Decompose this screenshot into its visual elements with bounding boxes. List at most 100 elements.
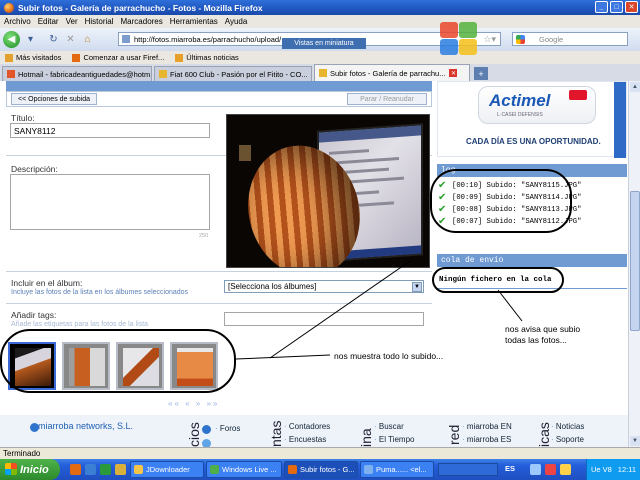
url-text: http://fotos.miarroba.es/parrachucho/upl… bbox=[134, 34, 282, 44]
firefox-icon bbox=[72, 53, 81, 62]
messenger-quicklaunch-icon[interactable] bbox=[100, 464, 111, 475]
annotation-line bbox=[269, 260, 411, 359]
taskbar-label: Subir fotos - G... bbox=[300, 465, 355, 474]
window-titlebar: Subir fotos - Galería de parrachucho - F… bbox=[0, 0, 640, 15]
footer-link-buscar[interactable]: Buscar bbox=[374, 422, 404, 431]
page-content: << Opciones de subida Parar / Reanudar T… bbox=[0, 81, 628, 447]
tab-subir-fotos[interactable]: Subir fotos - Galería de parrachu... ✕ bbox=[314, 64, 470, 81]
firefox-quicklaunch-icon[interactable] bbox=[70, 464, 81, 475]
clock[interactable]: 12:11 bbox=[618, 465, 636, 474]
tab-hotmail[interactable]: Hotmail - fabricadeantiguedades@hotm... bbox=[2, 66, 152, 81]
quick-search-box[interactable] bbox=[438, 463, 498, 476]
annotation-notice-1: nos avisa que subio bbox=[505, 324, 581, 334]
taskbar-windows-live[interactable]: Windows Live ... bbox=[206, 461, 282, 478]
new-tab-button[interactable]: + bbox=[474, 67, 488, 80]
menu-archivo[interactable]: Archivo bbox=[4, 17, 31, 26]
windows-taskbar: Inicio JDownloader Windows Live ... Subi… bbox=[0, 459, 640, 480]
footer-link-el-tiempo[interactable]: El Tiempo bbox=[374, 435, 415, 444]
menu-editar[interactable]: Editar bbox=[38, 17, 59, 26]
tray-icon[interactable] bbox=[545, 464, 556, 475]
page-icon bbox=[159, 70, 167, 78]
footer-link-contadores[interactable]: Contadores bbox=[284, 422, 330, 431]
bookmarks-bar: Más visitados Comenzar a usar Firef... Ú… bbox=[0, 51, 640, 64]
search-input[interactable]: Google bbox=[512, 32, 628, 46]
footer-icon bbox=[202, 439, 211, 447]
start-label: Inicio bbox=[20, 463, 49, 476]
google-icon bbox=[516, 34, 525, 44]
stop-icon[interactable]: ✕ bbox=[64, 33, 77, 46]
close-tab-icon[interactable]: ✕ bbox=[449, 69, 458, 77]
rss-icon bbox=[175, 53, 184, 62]
taskbar-label: JDownloader bbox=[146, 465, 190, 474]
close-window-button[interactable]: ✕ bbox=[625, 1, 638, 13]
menu-herramientas[interactable]: Herramientas bbox=[170, 17, 218, 26]
tab-label: Subir fotos - Galería de parrachu... bbox=[330, 68, 446, 78]
home-icon[interactable]: ⌂ bbox=[81, 33, 94, 46]
footer-brand: miarroba networks, S.L. bbox=[38, 421, 134, 431]
annotation-line bbox=[497, 289, 523, 322]
bookmark-label: Más visitados bbox=[16, 53, 62, 62]
footer-col-title: cios bbox=[186, 422, 202, 447]
site-icon bbox=[122, 35, 130, 43]
scrollbar-thumb[interactable] bbox=[630, 191, 640, 331]
scroll-up-icon[interactable]: ▲ bbox=[630, 82, 640, 92]
site-footer: miarroba networks, S.L. cios Foros ntas … bbox=[0, 415, 628, 447]
footer-link-noticias[interactable]: Noticias bbox=[551, 422, 584, 431]
footer-link-foros[interactable]: Foros bbox=[215, 424, 240, 433]
windows-flag-icon bbox=[5, 463, 17, 475]
reload-icon[interactable]: ↻ bbox=[47, 33, 60, 46]
taskbar-label: Windows Live ... bbox=[222, 465, 277, 474]
menu-marcadores[interactable]: Marcadores bbox=[121, 17, 163, 26]
windows-live-icon bbox=[210, 465, 219, 474]
forward-dropdown-icon[interactable]: ▾ bbox=[24, 33, 37, 46]
back-button[interactable]: ◀ bbox=[3, 31, 20, 48]
tray-icon[interactable] bbox=[530, 464, 541, 475]
menu-ver[interactable]: Ver bbox=[66, 17, 78, 26]
tab-fiat600[interactable]: Fiat 600 Club - Pasión por el Fitito - C… bbox=[154, 66, 312, 81]
foros-icon bbox=[202, 425, 211, 434]
bookmark-comenzar[interactable]: Comenzar a usar Firef... bbox=[72, 53, 164, 62]
taskbar-label: Puma...... <el... bbox=[376, 465, 427, 474]
page-icon bbox=[319, 69, 327, 77]
bookmark-star-icon[interactable]: ☆▾ bbox=[483, 34, 496, 45]
bookmark-label: Comenzar a usar Firef... bbox=[83, 53, 165, 62]
vertical-scrollbar[interactable]: ▲ ▼ bbox=[628, 81, 640, 447]
footer-col-title: red bbox=[446, 424, 462, 445]
taskbar-jdownloader[interactable]: JDownloader bbox=[130, 461, 204, 478]
bookmark-mas-visitados[interactable]: Más visitados bbox=[5, 53, 61, 62]
annotation-arrows bbox=[235, 260, 523, 360]
menu-bar: Archivo Editar Ver Historial Marcadores … bbox=[0, 15, 640, 28]
bookmark-ultimas-noticias[interactable]: Últimas noticias bbox=[175, 53, 239, 62]
tray-text: Ue V8 bbox=[591, 465, 612, 474]
tray-icon[interactable] bbox=[560, 464, 571, 475]
bookmark-label: Últimas noticias bbox=[186, 53, 239, 62]
taskbar-subir-fotos[interactable]: Subir fotos - G... bbox=[284, 461, 358, 478]
firefox-icon bbox=[4, 2, 14, 13]
ie-quicklaunch-icon[interactable] bbox=[85, 464, 96, 475]
annotation-uploaded: nos muestra todo lo subido... bbox=[334, 351, 444, 361]
hotmail-icon bbox=[7, 70, 15, 78]
menu-ayuda[interactable]: Ayuda bbox=[225, 17, 248, 26]
tab-bar: Hotmail - fabricadeantiguedades@hotm... … bbox=[0, 64, 640, 81]
scroll-down-icon[interactable]: ▼ bbox=[630, 436, 640, 446]
tooltip: Vistas en miniatura bbox=[282, 38, 366, 49]
desktop-quicklaunch-icon[interactable] bbox=[115, 464, 126, 475]
footer-col-title: ina bbox=[358, 428, 374, 447]
start-button[interactable]: Inicio bbox=[0, 459, 60, 480]
status-bar: Terminado bbox=[0, 447, 640, 459]
jdownloader-icon bbox=[134, 465, 143, 474]
menu-historial[interactable]: Historial bbox=[85, 17, 114, 26]
footer-link-miarroba-es[interactable]: miarroba ES bbox=[462, 435, 511, 444]
tab-label: Fiat 600 Club - Pasión por el Fitito - C… bbox=[170, 69, 308, 79]
minimize-button[interactable]: _ bbox=[595, 1, 608, 13]
taskbar-puma[interactable]: Puma...... <el... bbox=[360, 461, 434, 478]
tab-label: Hotmail - fabricadeantiguedades@hotm... bbox=[18, 69, 152, 79]
search-placeholder: Google bbox=[539, 34, 564, 44]
footer-link-encuestas[interactable]: Encuestas bbox=[284, 435, 326, 444]
maximize-button[interactable]: □ bbox=[610, 1, 623, 13]
footer-link-soporte[interactable]: Soporte bbox=[551, 435, 584, 444]
status-text: Terminado bbox=[3, 449, 41, 458]
footer-link-miarroba-en[interactable]: miarroba EN bbox=[462, 422, 512, 431]
system-tray: Ue V8 12:11 bbox=[586, 459, 640, 480]
language-indicator[interactable]: ES bbox=[505, 464, 515, 473]
